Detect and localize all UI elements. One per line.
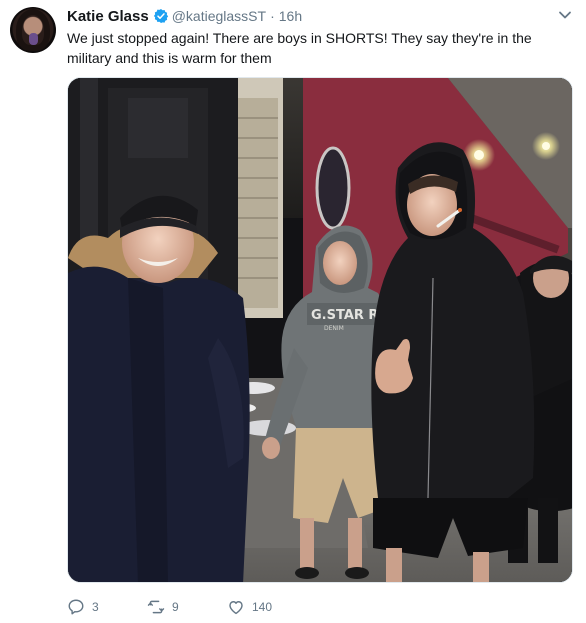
author-handle[interactable]: @katieglassST xyxy=(172,8,266,24)
separator-dot: · xyxy=(270,8,275,24)
tweet-text: We just stopped again! There are boys in… xyxy=(67,30,532,66)
tweet-photo[interactable]: G.STAR RAW DENIM xyxy=(67,77,573,583)
avatar[interactable] xyxy=(10,7,56,53)
tweet-timestamp[interactable]: 16h xyxy=(279,8,302,24)
reply-count: 3 xyxy=(92,600,99,614)
shirt-print-sub: DENIM xyxy=(324,325,344,332)
retweet-icon xyxy=(147,600,165,614)
like-icon xyxy=(229,601,243,615)
retweet-count: 9 xyxy=(172,600,179,614)
tweet-card: Katie Glass @katieglassST · 16h We just … xyxy=(0,0,586,623)
author-name[interactable]: Katie Glass xyxy=(67,8,149,25)
tweet-actions: 3 9 140 xyxy=(67,596,307,618)
verified-icon xyxy=(153,9,168,23)
chevron-down-icon[interactable] xyxy=(558,8,572,22)
like-action[interactable]: 140 xyxy=(227,598,307,616)
tweet-header: Katie Glass @katieglassST · 16h xyxy=(67,6,546,26)
photo-scene: G.STAR RAW DENIM xyxy=(68,78,572,582)
like-count: 140 xyxy=(252,600,273,614)
retweet-action[interactable]: 9 xyxy=(147,598,227,616)
reply-icon xyxy=(68,599,84,615)
reply-action[interactable]: 3 xyxy=(67,598,147,616)
